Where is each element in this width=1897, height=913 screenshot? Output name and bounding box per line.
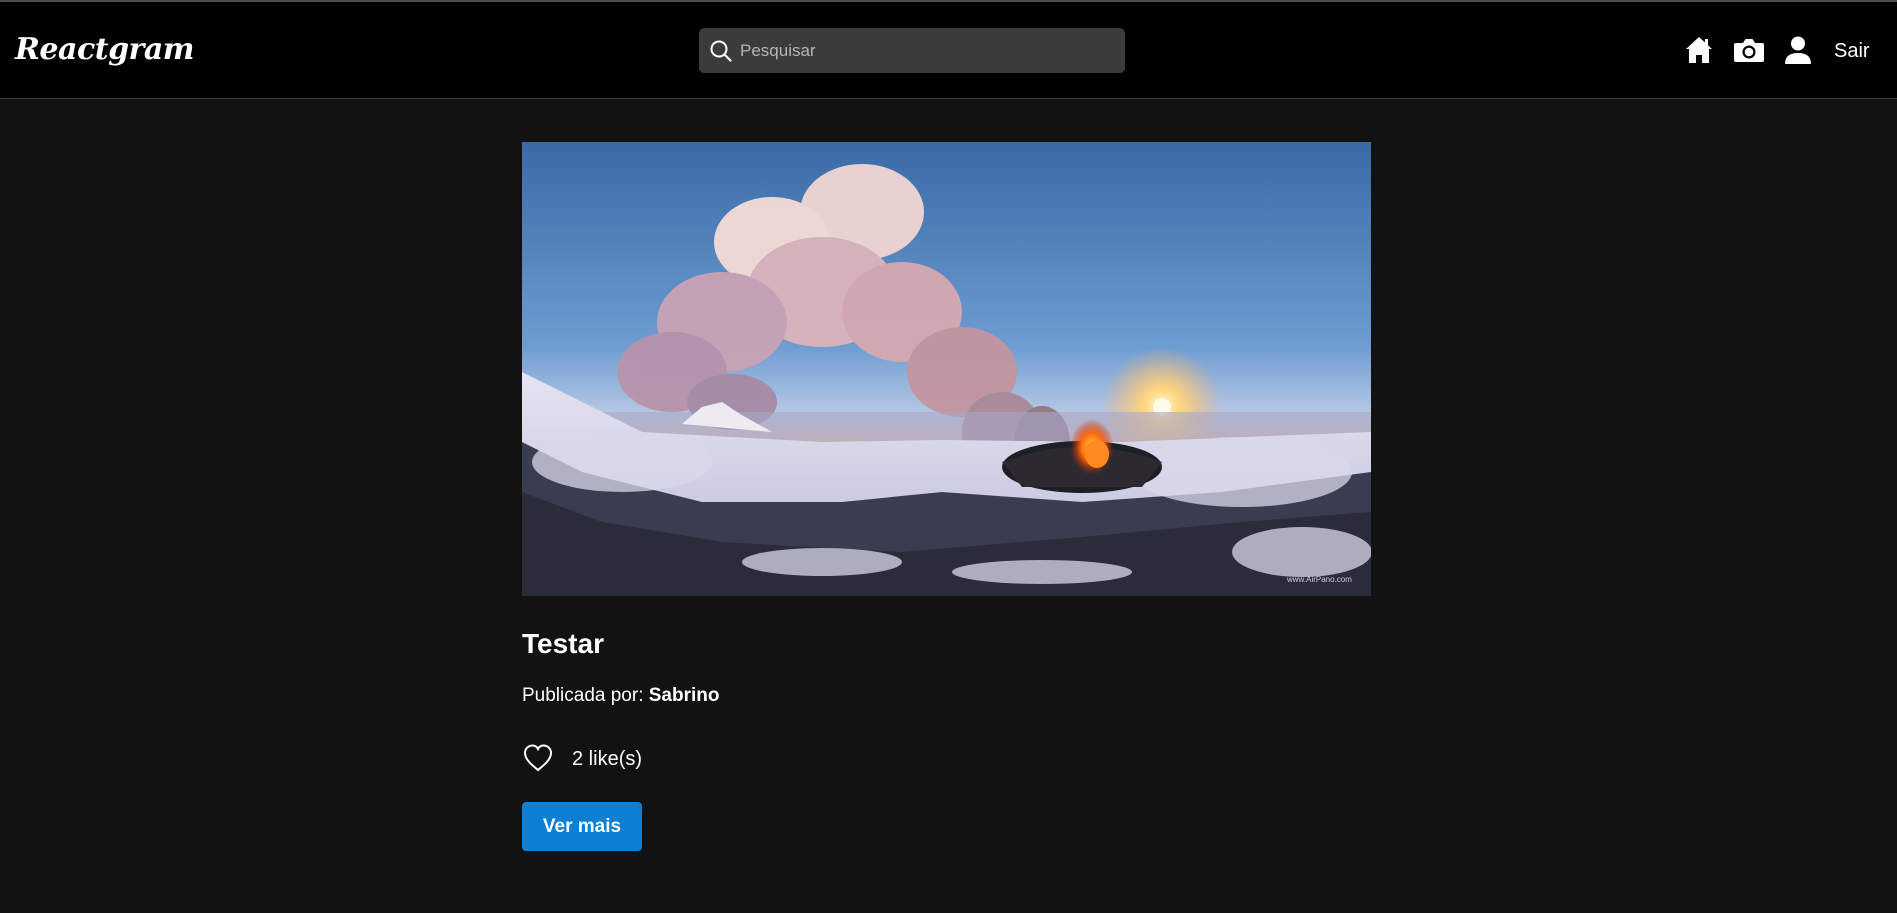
post-card: www.AirPano.com Testar Publicada por: Sa…: [522, 142, 1371, 851]
likes-count: 2 like(s): [572, 748, 643, 770]
author-name[interactable]: Sabrino: [649, 685, 720, 706]
search-bar: [699, 28, 1125, 73]
navbar: Reactgram Sair: [0, 2, 1897, 99]
home-icon[interactable]: [1684, 35, 1714, 65]
ver-mais-button[interactable]: Ver mais: [522, 802, 642, 851]
camera-icon[interactable]: [1733, 35, 1765, 65]
like-container: 2 like(s): [522, 742, 822, 778]
logo[interactable]: Reactgram: [15, 32, 195, 67]
logout-button[interactable]: Sair: [1834, 40, 1870, 63]
svg-text:www.AirPano.com: www.AirPano.com: [1286, 575, 1352, 584]
search-input[interactable]: [740, 28, 1115, 73]
post-image[interactable]: www.AirPano.com: [522, 142, 1371, 596]
user-icon[interactable]: [1784, 35, 1812, 65]
search-icon: [710, 40, 732, 62]
heart-outline-icon[interactable]: [522, 742, 554, 774]
author-prefix: Publicada por:: [522, 685, 644, 706]
post-title: Testar: [522, 628, 604, 659]
post-author: Publicada por: Sabrino: [522, 685, 719, 707]
